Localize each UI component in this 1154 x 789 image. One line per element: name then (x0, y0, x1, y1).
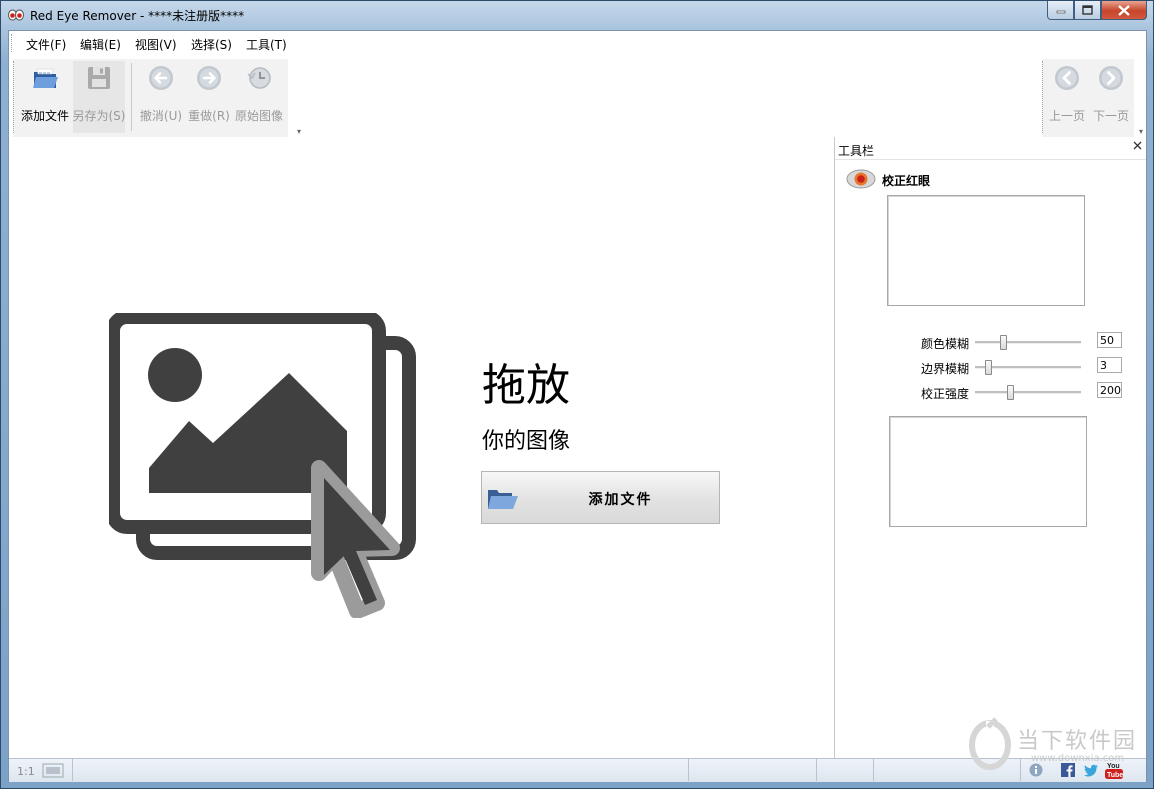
red-eye-icon[interactable] (846, 169, 876, 189)
app-window: Red Eye Remover - ****未注册版**** 文件(F) 编辑(… (0, 0, 1154, 789)
edge-blur-label: 边界模糊 (921, 362, 970, 376)
original-image-button[interactable]: 原始图像 (233, 61, 285, 133)
zoom-level[interactable]: 1:1 (17, 765, 35, 778)
color-blur-value[interactable]: 50 (1097, 332, 1122, 348)
color-blur-label: 颜色模糊 (921, 337, 970, 351)
close-window-button[interactable] (1101, 1, 1147, 20)
client-area: 文件(F) 编辑(E) 视图(V) 选择(S) 工具(T) 添加文件 另存为(S… (8, 30, 1147, 782)
panel-header: 工具栏 (835, 137, 1146, 160)
history-clock-icon (247, 67, 271, 89)
slider-thumb[interactable] (1007, 385, 1014, 400)
menu-edit[interactable]: 编辑(E) (80, 36, 121, 53)
add-file-big-button[interactable]: 添加文件 (481, 471, 720, 524)
fit-to-window-icon[interactable] (42, 763, 64, 778)
menu-file[interactable]: 文件(F) (26, 36, 66, 53)
watermark-logo-icon (969, 717, 1011, 770)
color-blur-row: 颜色模糊 50 (895, 332, 1145, 352)
arrow-right-icon (197, 66, 221, 90)
menu-grip (11, 34, 14, 52)
add-file-button[interactable]: 添加文件 (19, 61, 71, 133)
minimize-icon (1056, 10, 1065, 14)
info-icon[interactable] (1029, 763, 1043, 777)
color-blur-slider[interactable] (975, 335, 1081, 350)
menu-bar: 文件(F) 编辑(E) 视图(V) 选择(S) 工具(T) (9, 31, 1146, 55)
watermark-url: www.downxia.com (1031, 753, 1125, 764)
nav-toolbar-overflow-icon[interactable]: ▾ (1139, 127, 1143, 136)
redo-button[interactable]: 重做(R) (183, 61, 235, 133)
slider-thumb[interactable] (985, 360, 992, 375)
toolbar-overflow-icon[interactable]: ▾ (297, 127, 301, 136)
menu-view[interactable]: 视图(V) (135, 36, 177, 53)
before-preview (887, 195, 1085, 306)
open-folder-icon (33, 68, 58, 88)
arrow-left-icon (149, 66, 173, 90)
svg-text:Tube: Tube (1107, 772, 1123, 779)
panel-title: 工具栏 (838, 144, 875, 158)
watermark-text: 当下软件园 (1017, 729, 1138, 754)
page-nav-toolbar: 上一页 下一页 (1042, 59, 1134, 137)
panel-close-button[interactable] (1133, 139, 1142, 154)
save-as-button[interactable]: 另存为(S) (73, 61, 125, 133)
arrow-left-icon (1055, 66, 1079, 90)
red-eye-section-title: 校正红眼 (882, 174, 931, 188)
menu-tools[interactable]: 工具(T) (246, 36, 287, 53)
drag-drop-images-icon (109, 313, 416, 618)
status-cell (688, 759, 816, 781)
add-file-label: 添加文件 (20, 109, 69, 123)
after-preview (889, 416, 1087, 527)
drop-subheading: 你的图像 (482, 429, 571, 454)
tools-panel: 工具栏 校正红眼 颜色模糊 50 边界模糊 3 校正强度 200 (834, 137, 1146, 758)
edge-blur-value[interactable]: 3 (1097, 357, 1122, 373)
facebook-icon[interactable] (1061, 763, 1075, 777)
twitter-icon[interactable] (1083, 764, 1099, 777)
slider-thumb[interactable] (1000, 335, 1007, 350)
close-icon (1118, 4, 1130, 16)
edge-blur-row: 边界模糊 3 (895, 357, 1145, 377)
next-page-label: 下一页 (1092, 109, 1129, 123)
red-eye-app-icon (8, 9, 24, 21)
svg-text:You: You (1107, 763, 1120, 770)
drop-heading: 拖放 (482, 360, 570, 411)
arrow-right-icon (1099, 66, 1123, 90)
correction-strength-label: 校正强度 (921, 387, 970, 401)
save-disk-icon (88, 67, 110, 89)
add-file-big-label: 添加文件 (588, 492, 653, 508)
status-cell (816, 759, 873, 781)
edge-blur-slider[interactable] (975, 360, 1081, 375)
title-bar[interactable]: Red Eye Remover - ****未注册版**** (1, 1, 1153, 29)
correction-strength-value[interactable]: 200 (1097, 382, 1122, 398)
next-page-button[interactable]: 下一页 (1088, 61, 1134, 133)
minimize-button[interactable] (1047, 1, 1074, 20)
save-as-label: 另存为(S) (72, 109, 126, 123)
correction-strength-row: 校正强度 200 (895, 382, 1145, 402)
drop-zone[interactable]: 拖放 你的图像 添加文件 (9, 141, 834, 758)
maximize-button[interactable] (1074, 1, 1101, 20)
close-icon (1133, 141, 1142, 150)
menu-select[interactable]: 选择(S) (191, 36, 232, 53)
maximize-icon (1082, 5, 1093, 15)
window-title: Red Eye Remover - ****未注册版**** (30, 9, 245, 23)
main-toolbar: 添加文件 另存为(S) 撤消(U) 重做(R) 原始图像 (13, 59, 288, 137)
status-cell (72, 759, 688, 781)
correction-strength-slider[interactable] (975, 385, 1081, 400)
original-image-label: 原始图像 (234, 109, 283, 123)
